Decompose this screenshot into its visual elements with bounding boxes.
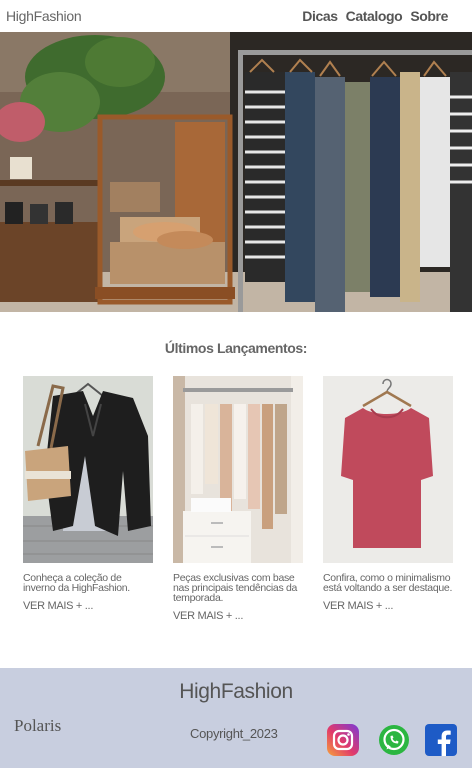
facebook-icon[interactable] xyxy=(425,724,457,756)
launches-title: Últimos Lançamentos: xyxy=(164,340,308,356)
minimalism-image[interactable] xyxy=(323,376,453,563)
card-description: Peças exclusivas com base nas principais… xyxy=(173,572,298,604)
card-description: Conheça a coleção de inverno da HighFash… xyxy=(23,572,130,594)
card-description: Confira, como o minimalismo está voltand… xyxy=(323,572,453,594)
copyright-text: Copyright_2023 xyxy=(190,726,278,741)
hero-image xyxy=(0,32,472,312)
nav-link-dicas[interactable]: Dicas xyxy=(302,8,338,24)
see-more-link[interactable]: VER MAIS + ... xyxy=(23,600,153,612)
main-nav: Dicas Catalogo Sobre xyxy=(302,8,448,24)
instagram-icon[interactable] xyxy=(327,724,359,756)
nav-link-catalogo[interactable]: Catalogo xyxy=(346,8,403,24)
launch-card-minimalism: Confira, como o minimalismo está voltand… xyxy=(323,376,453,612)
launch-card-winter: Conheça a coleção de inverno da HighFash… xyxy=(23,376,153,612)
see-more-link[interactable]: VER MAIS + ... xyxy=(173,610,303,622)
partner-logo: Polaris xyxy=(14,716,62,735)
exclusive-pieces-image[interactable] xyxy=(173,376,303,563)
launch-card-exclusive: Peças exclusivas com base nas principais… xyxy=(173,376,303,622)
footer-brand: HighFashion xyxy=(179,680,293,703)
whatsapp-icon[interactable] xyxy=(378,724,410,756)
see-more-link[interactable]: VER MAIS + ... xyxy=(323,600,453,612)
site-footer: HighFashion Polaris Copyright_2023 xyxy=(0,668,472,768)
winter-collection-image[interactable] xyxy=(23,376,153,563)
site-brand[interactable]: HighFashion xyxy=(6,8,82,24)
nav-link-sobre[interactable]: Sobre xyxy=(410,8,448,24)
site-header: HighFashion Dicas Catalogo Sobre xyxy=(0,0,472,32)
